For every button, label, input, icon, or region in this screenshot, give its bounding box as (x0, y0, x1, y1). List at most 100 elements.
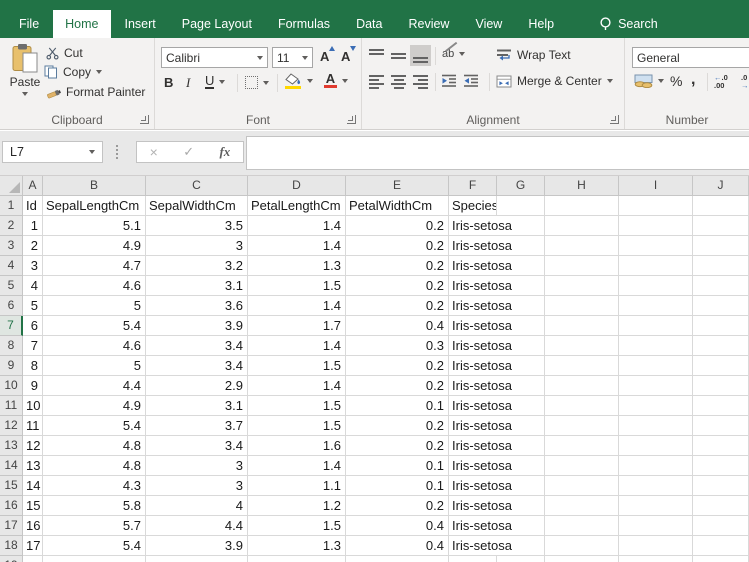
cell-i17[interactable] (619, 516, 693, 536)
row-header-17[interactable]: 17 (0, 516, 23, 536)
cell-e1[interactable]: PetalWidthCm (346, 196, 449, 216)
cell-e16[interactable]: 0.2 (346, 496, 449, 516)
middle-align-button[interactable] (388, 45, 409, 66)
row-header-5[interactable]: 5 (0, 276, 23, 296)
cell-h4[interactable] (545, 256, 619, 276)
formula-bar-drag-handle[interactable] (116, 145, 118, 159)
underline-button[interactable]: U (205, 74, 226, 89)
cell-d6[interactable]: 1.4 (248, 296, 346, 316)
cell-h8[interactable] (545, 336, 619, 356)
tab-page-layout[interactable]: Page Layout (170, 10, 264, 38)
cell-c15[interactable]: 3 (146, 476, 248, 496)
cell-h6[interactable] (545, 296, 619, 316)
cell-d14[interactable]: 1.4 (248, 456, 346, 476)
cell-d9[interactable]: 1.5 (248, 356, 346, 376)
font-size-combobox[interactable]: 11 (272, 47, 313, 68)
align-right-button[interactable] (410, 71, 431, 92)
cell-a1[interactable]: Id (23, 196, 43, 216)
cell-a12[interactable]: 11 (23, 416, 43, 436)
cell-b16[interactable]: 5.8 (43, 496, 146, 516)
cell-d2[interactable]: 1.4 (248, 216, 346, 236)
merge-center-button[interactable]: Merge & Center (496, 74, 613, 88)
cell-f2[interactable]: Iris-setosa (449, 216, 512, 236)
cell-j3[interactable] (693, 236, 749, 256)
row-header-4[interactable]: 4 (0, 256, 23, 276)
cell-f1[interactable]: Species (449, 196, 497, 216)
cell-a17[interactable]: 16 (23, 516, 43, 536)
increase-indent-button[interactable] (463, 74, 479, 87)
cell-b13[interactable]: 4.8 (43, 436, 146, 456)
row-header-2[interactable]: 2 (0, 216, 23, 236)
cell-f13[interactable]: Iris-setosa (449, 436, 512, 456)
row-header-15[interactable]: 15 (0, 476, 23, 496)
cell-c3[interactable]: 3 (146, 236, 248, 256)
cell-e11[interactable]: 0.1 (346, 396, 449, 416)
cell-f7[interactable]: Iris-setosa (449, 316, 512, 336)
clipboard-dialog-launcher-icon[interactable] (140, 115, 149, 124)
cell-i8[interactable] (619, 336, 693, 356)
cell-i2[interactable] (619, 216, 693, 236)
cell-e13[interactable]: 0.2 (346, 436, 449, 456)
cell-f12[interactable]: Iris-setosa (449, 416, 512, 436)
cell-i13[interactable] (619, 436, 693, 456)
cell-e6[interactable]: 0.2 (346, 296, 449, 316)
tab-search[interactable]: Search (587, 10, 670, 38)
cell-a10[interactable]: 9 (23, 376, 43, 396)
grow-font-button[interactable]: A (320, 46, 336, 64)
cell-e15[interactable]: 0.1 (346, 476, 449, 496)
cell-b5[interactable]: 4.6 (43, 276, 146, 296)
cell-b10[interactable]: 4.4 (43, 376, 146, 396)
cell-f9[interactable]: Iris-setosa (449, 356, 512, 376)
cell-a7[interactable]: 6 (23, 316, 43, 336)
cell-a9[interactable]: 8 (23, 356, 43, 376)
cell-j6[interactable] (693, 296, 749, 316)
cell-h5[interactable] (545, 276, 619, 296)
cell-j12[interactable] (693, 416, 749, 436)
tab-formulas[interactable]: Formulas (266, 10, 342, 38)
cell-d13[interactable]: 1.6 (248, 436, 346, 456)
format-painter-button[interactable]: Format Painter (46, 85, 145, 99)
cell-f15[interactable]: Iris-setosa (449, 476, 512, 496)
cell-f19[interactable] (449, 556, 497, 562)
fill-color-dropdown-arrow[interactable] (307, 79, 313, 83)
cell-e14[interactable]: 0.1 (346, 456, 449, 476)
cell-h11[interactable] (545, 396, 619, 416)
tab-help[interactable]: Help (516, 10, 566, 38)
cell-j9[interactable] (693, 356, 749, 376)
cell-e17[interactable]: 0.4 (346, 516, 449, 536)
cell-c14[interactable]: 3 (146, 456, 248, 476)
cell-h3[interactable] (545, 236, 619, 256)
name-box-dropdown-arrow[interactable] (89, 150, 95, 154)
cell-d15[interactable]: 1.1 (248, 476, 346, 496)
row-header-10[interactable]: 10 (0, 376, 23, 396)
insert-function-icon[interactable]: fx (219, 144, 230, 160)
cell-a11[interactable]: 10 (23, 396, 43, 416)
cell-c9[interactable]: 3.4 (146, 356, 248, 376)
cell-b6[interactable]: 5 (43, 296, 146, 316)
cell-f6[interactable]: Iris-setosa (449, 296, 512, 316)
row-header-3[interactable]: 3 (0, 236, 23, 256)
cell-b2[interactable]: 5.1 (43, 216, 146, 236)
cell-c13[interactable]: 3.4 (146, 436, 248, 456)
cell-e12[interactable]: 0.2 (346, 416, 449, 436)
cell-d8[interactable]: 1.4 (248, 336, 346, 356)
row-header-11[interactable]: 11 (0, 396, 23, 416)
cell-e2[interactable]: 0.2 (346, 216, 449, 236)
cell-a4[interactable]: 3 (23, 256, 43, 276)
row-header-9[interactable]: 9 (0, 356, 23, 376)
cell-c16[interactable]: 4 (146, 496, 248, 516)
cell-h18[interactable] (545, 536, 619, 556)
cell-i9[interactable] (619, 356, 693, 376)
cell-d4[interactable]: 1.3 (248, 256, 346, 276)
cell-a3[interactable]: 2 (23, 236, 43, 256)
cell-e19[interactable] (346, 556, 449, 562)
orientation-dropdown-arrow[interactable] (459, 52, 466, 56)
cell-c10[interactable]: 2.9 (146, 376, 248, 396)
cell-f17[interactable]: Iris-setosa (449, 516, 512, 536)
cell-a5[interactable]: 4 (23, 276, 43, 296)
cell-j5[interactable] (693, 276, 749, 296)
formula-input[interactable] (246, 136, 749, 170)
cell-b4[interactable]: 4.7 (43, 256, 146, 276)
cell-c18[interactable]: 3.9 (146, 536, 248, 556)
row-header-6[interactable]: 6 (0, 296, 23, 316)
